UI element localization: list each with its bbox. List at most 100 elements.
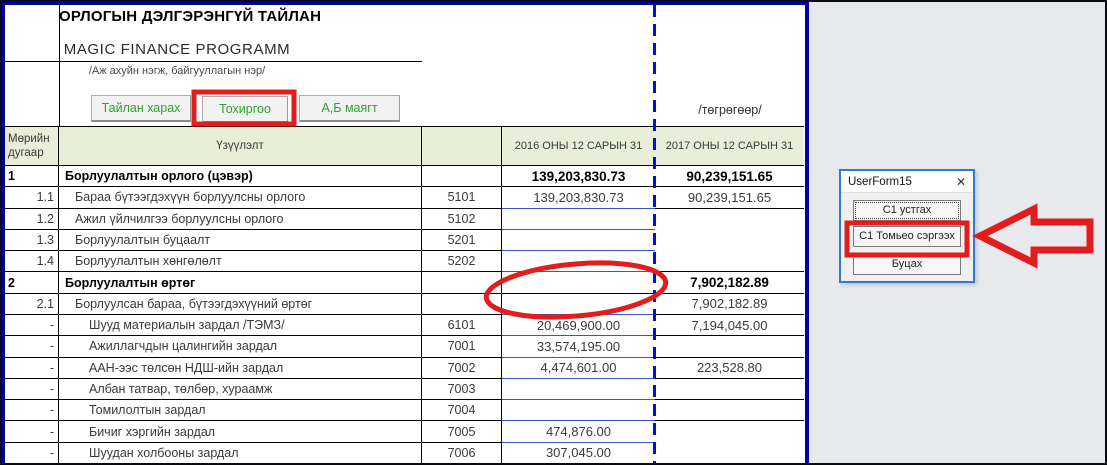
userform-title: UserForm15 [848,176,912,188]
cell-indicator[interactable]: Борлуулалтын хөнгөлөлт [59,251,422,272]
cell-value-2016[interactable]: 139,203,830.73 [502,166,655,187]
cell-row-no[interactable]: 1.2 [5,209,59,230]
cell-code[interactable]: 7006 [422,443,502,464]
table-row: 2.1 Борлуулсан бараа, бүтээгдэхүүний өрт… [5,294,804,315]
table-row: 1 Борлуулалтын орлого (цэвэр) 139,203,83… [5,166,804,187]
cell-code[interactable] [422,294,502,315]
cell-indicator[interactable]: Томилолтын зардал [59,400,422,421]
c1-restore-formula-button[interactable]: C1 Томьео сэргээх [853,226,961,247]
cell-value-2017[interactable] [655,379,804,400]
cell-value-2016[interactable] [502,230,655,251]
report-title: ОРЛОГЫН ДЭЛГЭРЭНГҮЙ ТАЙЛАН [59,8,295,25]
cell-value-2016[interactable]: 139,203,830.73 [502,187,655,208]
spreadsheet-report: ОРЛОГЫН ДЭЛГЭРЭНГҮЙ ТАЙЛАН MAGIC FINANCE… [2,2,809,465]
userform-titlebar[interactable]: UserForm15 ✕ [841,171,973,193]
cell-value-2017[interactable] [655,209,804,230]
cell-code[interactable]: 5201 [422,230,502,251]
cell-code[interactable]: 5101 [422,187,502,208]
cell-value-2016[interactable] [502,379,655,400]
cell-row-no[interactable]: 1.1 [5,187,59,208]
cell-value-2016[interactable] [502,251,655,272]
cell-value-2016[interactable] [502,209,655,230]
cell-code[interactable]: 7001 [422,336,502,357]
screenshot-root: ОРЛОГЫН ДЭЛГЭРЭНГҮЙ ТАЙЛАН MAGIC FINANCE… [0,0,1107,465]
cell-row-no[interactable]: - [5,400,59,421]
cell-row-no[interactable]: - [5,358,59,379]
cell-value-2017[interactable]: 90,239,151.65 [655,166,804,187]
cell-row-no[interactable]: 2.1 [5,294,59,315]
cell-row-no[interactable]: - [5,421,59,442]
cell-indicator[interactable]: Бичиг хэргийн зардал [59,421,422,442]
cell-value-2017[interactable]: 7,902,182.89 [655,294,804,315]
cell-value-2016[interactable]: 33,574,195.00 [502,336,655,357]
cell-value-2017[interactable]: 7,194,045.00 [655,315,804,336]
cell-code[interactable]: 7004 [422,400,502,421]
cell-row-no[interactable]: - [5,379,59,400]
back-button[interactable]: Буцах [853,254,961,275]
table-row: - Бичиг хэргийн зардал 7005 474,876.00 [5,421,804,442]
table-row: 1.1 Бараа бүтээгдэхүүн борлуулсны орлого… [5,187,804,208]
cell-row-no[interactable]: 1.3 [5,230,59,251]
cell-indicator[interactable]: Ажил үйлчилгээ борлуулсны орлого [59,209,422,230]
cell-code[interactable] [422,272,502,293]
table-row: 1.2 Ажил үйлчилгээ борлуулсны орлого 510… [5,209,804,230]
cell-value-2017[interactable] [655,230,804,251]
cell-indicator[interactable]: Борлуулалтын өртөг [59,272,422,293]
cell-value-2017[interactable] [655,336,804,357]
c1-delete-button[interactable]: C1 устгах [853,200,961,221]
cell-row-no[interactable]: - [5,336,59,357]
cell-value-2017[interactable] [655,400,804,421]
organization-caption: /Аж ахуйн нэгж, байгууллагын нэр/ [59,65,295,77]
cell-code[interactable]: 7003 [422,379,502,400]
cell-indicator[interactable]: Албан татвар, төлбөр, хураамж [59,379,422,400]
cell-indicator[interactable]: Бараа бүтээгдэхүүн борлуулсны орлого [59,187,422,208]
cell-value-2016[interactable] [502,272,655,293]
table-row: - Томилолтын зардал 7004 [5,400,804,421]
cell-value-2016[interactable]: 4,474,601.00 [502,358,655,379]
cell-row-no[interactable]: - [5,315,59,336]
userform-body: C1 устгах C1 Томьео сэргээх Буцах [841,193,973,281]
cell-value-2017[interactable] [655,251,804,272]
table-body: 1 Борлуулалтын орлого (цэвэр) 139,203,83… [5,166,804,464]
cell-value-2017[interactable] [655,443,804,464]
cell-code[interactable]: 6101 [422,315,502,336]
cell-value-2016[interactable]: 474,876.00 [502,421,655,442]
cell-indicator[interactable]: Шуудан холбооны зардал [59,443,422,464]
cell-indicator[interactable]: Ажиллагчдын цалингийн зардал [59,336,422,357]
cell-code[interactable]: 5202 [422,251,502,272]
cell-code[interactable]: 7002 [422,358,502,379]
table-row: - Албан татвар, төлбөр, хураамж 7003 [5,379,804,400]
cell-indicator[interactable]: Борлуулалтын буцаалт [59,230,422,251]
cell-code[interactable]: 7005 [422,421,502,442]
cell-code[interactable]: 5102 [422,209,502,230]
cell-value-2017[interactable] [655,421,804,442]
cell-row-no[interactable]: 1 [5,166,59,187]
cell-value-2017[interactable]: 223,528.80 [655,358,804,379]
ab-form-button[interactable]: А,Б маягт [299,95,400,122]
userform-dialog: UserForm15 ✕ C1 устгах C1 Томьео сэргээх… [839,169,975,283]
page-break-line [653,5,656,464]
cell-row-no[interactable]: 2 [5,272,59,293]
cell-value-2016[interactable]: 307,045.00 [502,443,655,464]
cell-value-2016[interactable]: 20,469,900.00 [502,315,655,336]
cell-indicator[interactable]: Борлуулсан бараа, бүтээгдэхүүний өртөг [59,294,422,315]
grid-divider-horizontal [5,61,422,62]
cell-value-2016[interactable] [502,294,655,315]
table-row: - Шуудан холбооны зардал 7006 307,045.00 [5,443,804,464]
cell-indicator[interactable]: Борлуулалтын орлого (цэвэр) [59,166,422,187]
cell-row-no[interactable]: 1.4 [5,251,59,272]
cell-value-2017[interactable]: 90,239,151.65 [655,187,804,208]
settings-button[interactable]: Тохиргоо [202,96,288,123]
close-icon[interactable]: ✕ [956,176,966,188]
cell-indicator[interactable]: Шууд материалын зардал /ТЭМЗ/ [59,315,422,336]
cell-value-2016[interactable] [502,400,655,421]
header-code [422,127,502,165]
view-report-button[interactable]: Тайлан харах [91,95,191,122]
cell-row-no[interactable]: - [5,443,59,464]
table-row: 2 Борлуулалтын өртөг 7,902,182.89 [5,272,804,293]
table-header: Мөрийн дугаар Үзүүлэлт 2016 ОНЫ 12 САРЫН… [5,126,804,166]
cell-value-2017[interactable]: 7,902,182.89 [655,272,804,293]
cell-indicator[interactable]: ААН-ээс төлсөн НДШ-ийн зардал [59,358,422,379]
header-row-number: Мөрийн дугаар [5,127,59,165]
cell-code[interactable] [422,166,502,187]
